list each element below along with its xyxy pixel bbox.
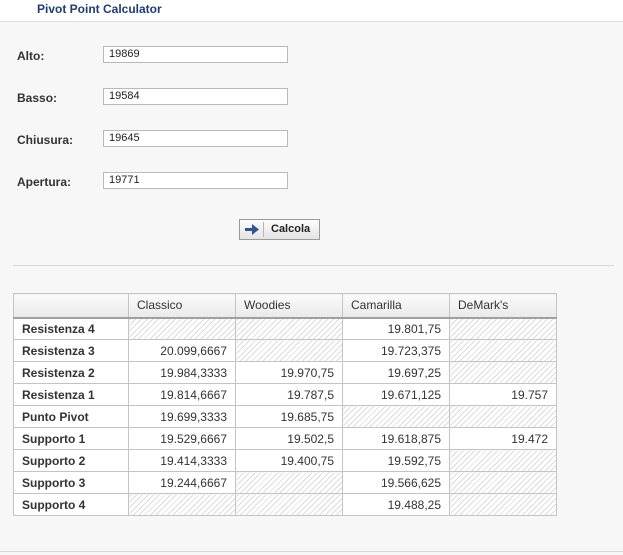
header-demark: DeMark's xyxy=(449,293,557,319)
row-label: Resistenza 1 xyxy=(13,383,129,406)
cell-classico: 20.099,6667 xyxy=(128,339,236,362)
cell-demark xyxy=(449,339,557,362)
cell-camarilla: 19.671,125 xyxy=(342,383,450,406)
form-row-basso: Basso: xyxy=(0,88,623,108)
cell-demark xyxy=(449,317,557,340)
title-bar: Pivot Point Calculator xyxy=(0,0,623,22)
header-empty xyxy=(13,293,129,319)
alto-input[interactable] xyxy=(103,46,288,63)
cell-woodies: 19.787,5 xyxy=(235,383,343,406)
cell-classico: 19.814,6667 xyxy=(128,383,236,406)
cell-classico xyxy=(128,493,236,516)
cell-demark xyxy=(449,361,557,384)
cell-classico: 19.699,3333 xyxy=(128,405,236,428)
cell-classico: 19.244,6667 xyxy=(128,471,236,494)
cell-classico: 19.984,3333 xyxy=(128,361,236,384)
app-title: Pivot Point Calculator xyxy=(37,2,162,16)
cell-camarilla: 19.697,25 xyxy=(342,361,450,384)
cell-demark xyxy=(449,405,557,428)
cell-camarilla: 19.592,75 xyxy=(342,449,450,472)
section-divider xyxy=(13,265,614,266)
cell-woodies: 19.502,5 xyxy=(235,427,343,450)
cell-camarilla xyxy=(342,405,450,428)
calcola-button[interactable]: Calcola xyxy=(239,219,320,240)
basso-input[interactable] xyxy=(103,88,288,105)
table-header-row: Classico Woodies Camarilla DeMark's xyxy=(13,293,557,319)
row-label: Supporto 1 xyxy=(13,427,129,450)
cell-camarilla: 19.723,375 xyxy=(342,339,450,362)
table-row: Supporto 1 19.529,6667 19.502,5 19.618,8… xyxy=(13,427,557,450)
chiusura-label: Chiusura: xyxy=(17,133,74,147)
cell-demark: 19.757 xyxy=(449,383,557,406)
table-row: Punto Pivot 19.699,3333 19.685,75 xyxy=(13,405,557,428)
form-row-alto: Alto: xyxy=(0,46,623,66)
alto-label: Alto: xyxy=(17,49,45,63)
bottom-divider xyxy=(0,551,623,552)
cell-woodies xyxy=(235,317,343,340)
table-row: Supporto 4 19.488,25 xyxy=(13,493,557,516)
row-label: Supporto 4 xyxy=(13,493,129,516)
chiusura-input[interactable] xyxy=(103,130,288,147)
cell-classico: 19.414,3333 xyxy=(128,449,236,472)
calcola-button-label: Calcola xyxy=(271,223,311,235)
cell-camarilla: 19.488,25 xyxy=(342,493,450,516)
arrow-right-icon xyxy=(244,222,260,237)
table-row: Supporto 3 19.244,6667 19.566,625 xyxy=(13,471,557,494)
row-label: Punto Pivot xyxy=(13,405,129,428)
cell-demark: 19.472 xyxy=(449,427,557,450)
form-row-chiusura: Chiusura: xyxy=(0,130,623,150)
apertura-input[interactable] xyxy=(103,172,288,189)
cell-demark xyxy=(449,449,557,472)
row-label: Resistenza 4 xyxy=(13,317,129,340)
cell-demark xyxy=(449,471,557,494)
table-row: Resistenza 2 19.984,3333 19.970,75 19.69… xyxy=(13,361,557,384)
pivot-results-table: Classico Woodies Camarilla DeMark's Resi… xyxy=(13,293,557,516)
cell-camarilla: 19.801,75 xyxy=(342,317,450,340)
basso-label: Basso: xyxy=(17,91,58,105)
table-row: Resistenza 4 19.801,75 xyxy=(13,317,557,340)
cell-classico xyxy=(128,317,236,340)
form-row-apertura: Apertura: xyxy=(0,172,623,192)
cell-woodies: 19.400,75 xyxy=(235,449,343,472)
header-camarilla: Camarilla xyxy=(342,293,450,319)
row-label: Supporto 3 xyxy=(13,471,129,494)
cell-classico: 19.529,6667 xyxy=(128,427,236,450)
table-row: Resistenza 1 19.814,6667 19.787,5 19.671… xyxy=(13,383,557,406)
button-separator xyxy=(263,222,264,237)
cell-woodies xyxy=(235,493,343,516)
cell-woodies xyxy=(235,471,343,494)
cell-camarilla: 19.566,625 xyxy=(342,471,450,494)
table-row: Resistenza 3 20.099,6667 19.723,375 xyxy=(13,339,557,362)
row-label: Supporto 2 xyxy=(13,449,129,472)
header-classico: Classico xyxy=(128,293,236,319)
apertura-label: Apertura: xyxy=(17,175,72,189)
cell-camarilla: 19.618,875 xyxy=(342,427,450,450)
row-label: Resistenza 2 xyxy=(13,361,129,384)
cell-woodies xyxy=(235,339,343,362)
cell-woodies: 19.970,75 xyxy=(235,361,343,384)
cell-woodies: 19.685,75 xyxy=(235,405,343,428)
cell-demark xyxy=(449,493,557,516)
header-woodies: Woodies xyxy=(235,293,343,319)
table-row: Supporto 2 19.414,3333 19.400,75 19.592,… xyxy=(13,449,557,472)
row-label: Resistenza 3 xyxy=(13,339,129,362)
